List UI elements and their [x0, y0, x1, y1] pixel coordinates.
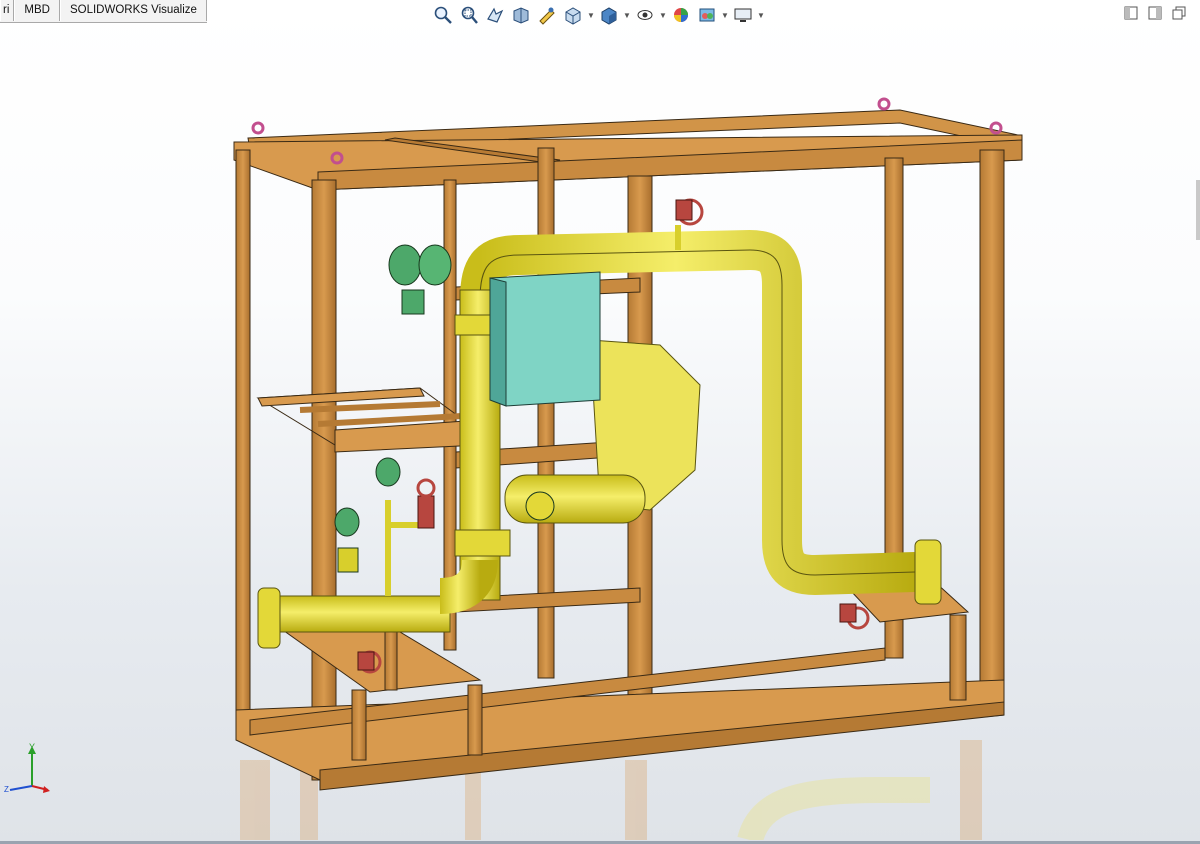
graphics-area[interactable] — [0, 30, 1200, 840]
coordinate-triad: Y Z — [4, 742, 50, 794]
view-orientation-icon[interactable] — [560, 4, 586, 26]
view-orientation-dropdown-icon[interactable]: ▼ — [586, 4, 596, 26]
dynamic-annotation-views-icon[interactable] — [534, 4, 560, 26]
tile-left-icon[interactable] — [1124, 6, 1138, 20]
view-settings-icon[interactable] — [730, 4, 756, 26]
tab-strip: ri MBD SOLIDWORKS Visualize — [0, 0, 207, 23]
triad-z-label: Z — [4, 785, 9, 794]
display-style-icon[interactable] — [596, 4, 622, 26]
restore-window-icon[interactable] — [1172, 6, 1186, 20]
heads-up-view-toolbar: ▼ ▼ ▼ ▼ ▼ — [430, 4, 766, 26]
previous-view-icon[interactable] — [482, 4, 508, 26]
hide-show-dropdown-icon[interactable]: ▼ — [658, 4, 668, 26]
triad-y-label: Y — [29, 742, 35, 752]
zoom-to-fit-icon[interactable] — [430, 4, 456, 26]
edit-appearance-icon[interactable] — [668, 4, 694, 26]
apply-scene-dropdown-icon[interactable]: ▼ — [720, 4, 730, 26]
window-controls — [1124, 6, 1186, 20]
view-settings-dropdown-icon[interactable]: ▼ — [756, 4, 766, 26]
hide-show-items-icon[interactable] — [632, 4, 658, 26]
section-view-icon[interactable] — [508, 4, 534, 26]
tile-right-icon[interactable] — [1148, 6, 1162, 20]
tab-truncated[interactable]: ri — [0, 0, 15, 21]
tab-solidworks-visualize[interactable]: SOLIDWORKS Visualize — [59, 0, 207, 21]
tab-mbd[interactable]: MBD — [14, 0, 60, 21]
junction-box — [489, 271, 601, 407]
zoom-to-area-icon[interactable] — [456, 4, 482, 26]
display-style-dropdown-icon[interactable]: ▼ — [622, 4, 632, 26]
apply-scene-icon[interactable] — [694, 4, 720, 26]
